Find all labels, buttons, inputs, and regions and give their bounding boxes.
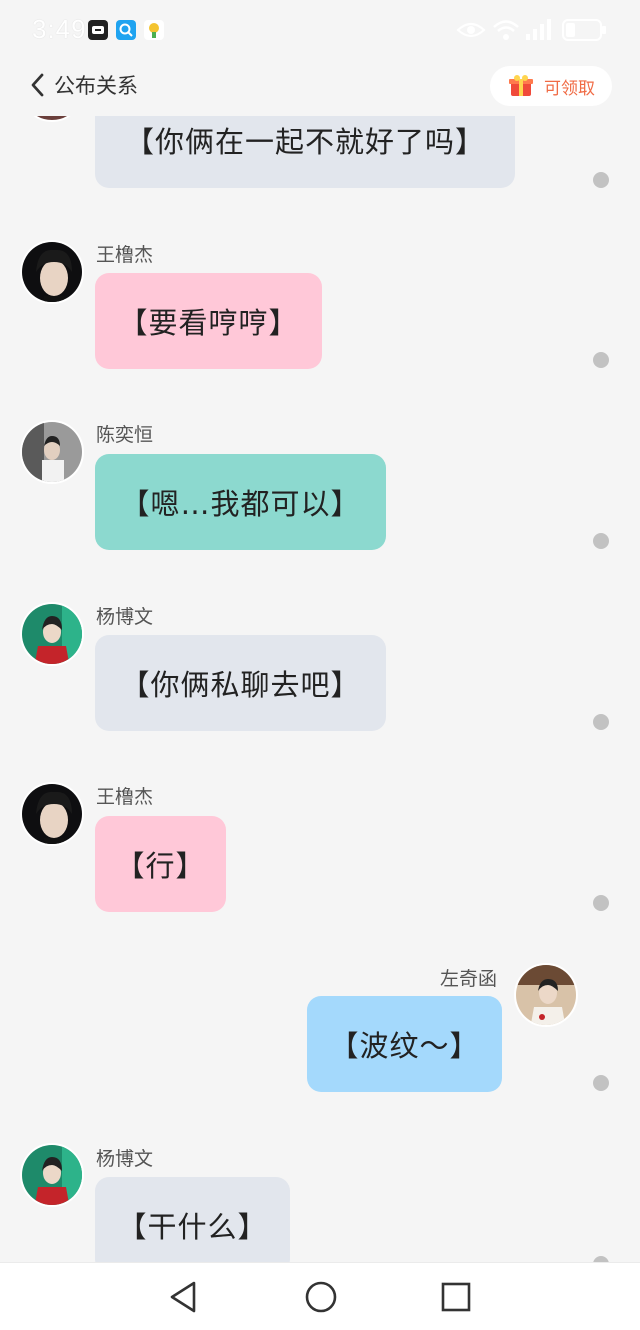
read-status-dot xyxy=(593,352,609,368)
system-nav-bar xyxy=(0,1262,640,1330)
avatar[interactable] xyxy=(514,963,578,1027)
avatar[interactable] xyxy=(20,602,84,666)
chat-area[interactable]: 【你俩在一起不就好了吗】 王橹杰 【要看哼哼】 陈奕恒 【嗯…我都可以】 杨博文… xyxy=(0,116,640,1262)
message-bubble[interactable]: 【行】 xyxy=(95,816,226,912)
status-time: 3:49 xyxy=(32,14,87,44)
read-status-dot xyxy=(593,533,609,549)
message-bubble[interactable]: 【嗯…我都可以】 xyxy=(95,454,386,550)
page-title: 公布关系 xyxy=(54,74,138,98)
avatar[interactable] xyxy=(20,1143,84,1207)
signal-icon xyxy=(526,19,551,40)
message-bubble[interactable]: 【干什么】 xyxy=(95,1177,290,1262)
read-status-dot xyxy=(593,1075,609,1091)
wifi-icon xyxy=(493,20,519,40)
avatar[interactable] xyxy=(20,782,84,846)
message-bubble[interactable]: 【波纹～】 xyxy=(307,996,502,1092)
read-status-dot xyxy=(593,172,609,188)
battery-icon xyxy=(562,19,606,41)
message-bubble[interactable]: 【你俩私聊去吧】 xyxy=(95,635,386,731)
sender-name: 杨博文 xyxy=(96,606,154,628)
home-circle-icon[interactable] xyxy=(303,1279,339,1315)
lottery-app-icon xyxy=(144,20,164,40)
avatar[interactable] xyxy=(20,240,84,304)
chevron-left-icon xyxy=(31,73,44,97)
sender-name: 左奇函 xyxy=(440,968,498,990)
avatar[interactable] xyxy=(20,420,84,484)
claim-reward-button[interactable]: 可领取 xyxy=(490,66,612,106)
back-triangle-icon[interactable] xyxy=(168,1279,200,1315)
sender-name: 陈奕恒 xyxy=(96,424,154,446)
app-notification-icon xyxy=(88,20,108,40)
avatar xyxy=(20,116,84,122)
read-status-dot xyxy=(593,895,609,911)
header: 公布关系 可领取 xyxy=(0,60,640,116)
gift-box-icon xyxy=(509,75,533,96)
sender-name: 王橹杰 xyxy=(96,244,154,266)
recents-square-icon[interactable] xyxy=(440,1279,472,1315)
sender-name: 杨博文 xyxy=(96,1148,154,1170)
read-status-dot xyxy=(593,714,609,730)
sender-name: 王橹杰 xyxy=(96,786,154,808)
claim-label: 可领取 xyxy=(544,78,595,99)
back-button[interactable]: 公布关系 xyxy=(28,70,138,100)
search-app-icon xyxy=(116,20,136,40)
eye-icon xyxy=(456,22,486,38)
message-bubble[interactable]: 【要看哼哼】 xyxy=(95,273,322,369)
message-bubble[interactable]: 【你俩在一起不就好了吗】 xyxy=(95,116,515,188)
status-bar: 3:49 xyxy=(0,0,640,60)
